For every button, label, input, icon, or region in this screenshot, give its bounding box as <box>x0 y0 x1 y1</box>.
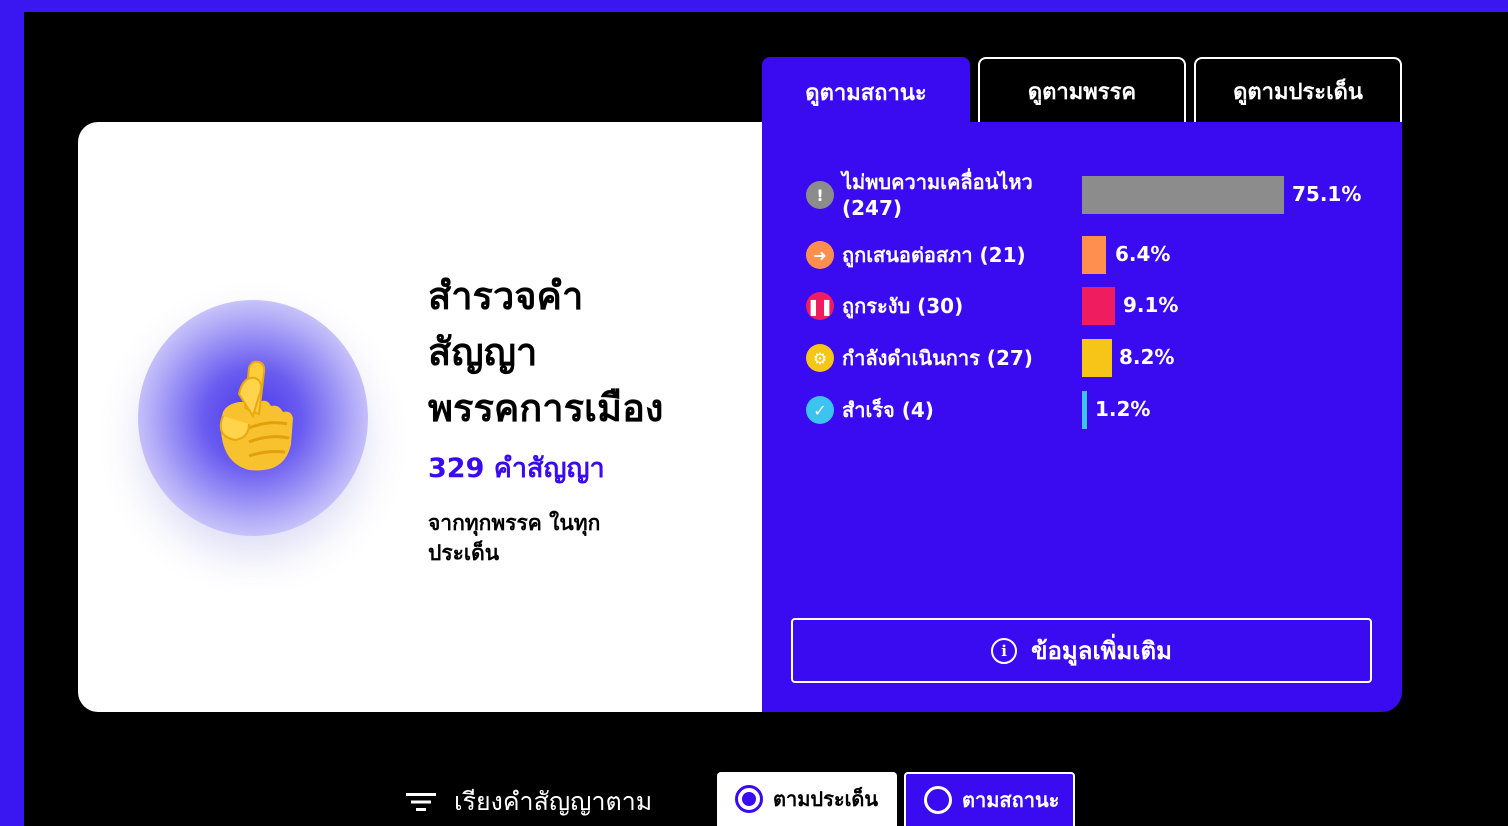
status-percent: 9.1% <box>1123 293 1179 317</box>
check-icon: ✓ <box>806 396 834 424</box>
title-line: สัญญา <box>428 330 538 374</box>
status-row-proposed[interactable]: ➜ ถูกเสนอต่อสภา (21) <box>806 238 1072 272</box>
tab-by-status[interactable]: ดูตามสถานะ <box>762 57 970 125</box>
status-bar <box>1082 391 1087 429</box>
gear-icon: ⚙ <box>806 344 834 372</box>
status-percent: 6.4% <box>1115 242 1171 266</box>
status-label: ไม่พบความเคลื่อนไหว (247) <box>842 170 1033 220</box>
page-title: สำรวจคำ สัญญา พรรคการเมือง <box>428 268 728 436</box>
status-row-completed[interactable]: ✓ สำเร็จ (4) <box>806 393 1072 427</box>
status-row-in-progress[interactable]: ⚙ กำลังดำเนินการ (27) <box>806 341 1072 375</box>
status-row-suspended[interactable]: ❚❚ ถูกระงับ (30) <box>806 289 1072 323</box>
status-bar <box>1082 287 1115 325</box>
title-line: พรรคการเมือง <box>428 386 664 430</box>
sort-option-label: ตามสถานะ <box>962 788 1060 812</box>
info-icon: i <box>991 637 1018 664</box>
status-percent: 8.2% <box>1119 345 1175 369</box>
status-percent: 1.2% <box>1095 397 1151 421</box>
sort-option-label: ตามประเด็น <box>773 787 879 811</box>
status-label: กำลังดำเนินการ (27) <box>842 346 1033 370</box>
crossed-fingers-emoji-icon <box>219 360 293 471</box>
arrow-right-icon: ➜ <box>806 241 834 269</box>
tab-by-topic[interactable]: ดูตามประเด็น <box>1194 57 1402 123</box>
title-line: สำรวจคำ <box>428 274 584 318</box>
sort-by-topic-option[interactable]: ตามประเด็น <box>717 772 897 826</box>
filter-icon <box>406 793 436 811</box>
status-bar <box>1082 236 1106 274</box>
status-percent: 75.1% <box>1292 182 1362 206</box>
status-label: ถูกเสนอต่อสภา (21) <box>842 243 1026 267</box>
radio-selected-icon <box>735 785 763 813</box>
more-info-label: ข้อมูลเพิ่มเติม <box>1031 637 1172 665</box>
pause-icon: ❚❚ <box>806 292 834 320</box>
sort-label-text: เรียงคำสัญญาตาม <box>454 787 653 816</box>
tab-by-party[interactable]: ดูตามพรรค <box>978 57 1186 123</box>
radio-unselected-icon <box>924 786 952 814</box>
status-bar <box>1082 339 1112 377</box>
status-label: สำเร็จ (4) <box>842 398 934 422</box>
status-row-no-movement[interactable]: ! ไม่พบความเคลื่อนไหว (247) <box>806 170 1052 220</box>
promise-subtitle: จากทุกพรรค ในทุก ประเด็น <box>428 511 601 565</box>
promise-count: 329 คำสัญญา <box>428 453 605 484</box>
status-label: ถูกระงับ (30) <box>842 294 964 318</box>
sort-by-status-option[interactable]: ตามสถานะ <box>904 772 1075 826</box>
sort-label: เรียงคำสัญญาตาม <box>406 782 652 822</box>
exclamation-icon: ! <box>806 181 834 209</box>
status-bar <box>1082 176 1284 214</box>
more-info-button[interactable]: i ข้อมูลเพิ่มเติม <box>791 618 1372 683</box>
